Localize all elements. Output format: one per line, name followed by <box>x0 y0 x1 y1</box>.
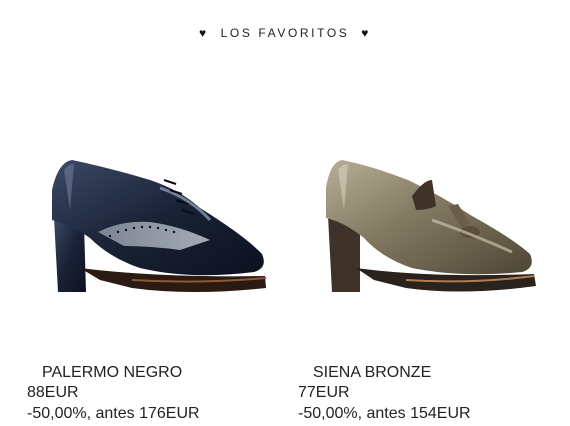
product-price: 77EUR <box>298 384 350 401</box>
product-card-image-1[interactable] <box>40 150 280 305</box>
product-image-palermo-negro[interactable] <box>40 150 280 300</box>
favorites-header: ♥ LOS FAVORITOS ♥ <box>0 26 570 40</box>
product-discount: -50,00%, antes 154EUR <box>298 405 471 422</box>
product-card-image-2[interactable] <box>312 150 552 305</box>
product-discount: -50,00%, antes 176EUR <box>27 405 200 422</box>
product-image-siena-bronze[interactable] <box>312 150 552 300</box>
heart-icon: ♥ <box>361 26 372 40</box>
section-title: LOS FAVORITOS <box>220 26 350 40</box>
product-name[interactable]: SIENA BRONZE <box>313 364 431 382</box>
heart-icon: ♥ <box>198 26 209 40</box>
product-price: 88EUR <box>27 384 79 401</box>
product-name[interactable]: PALERMO NEGRO <box>42 364 182 382</box>
